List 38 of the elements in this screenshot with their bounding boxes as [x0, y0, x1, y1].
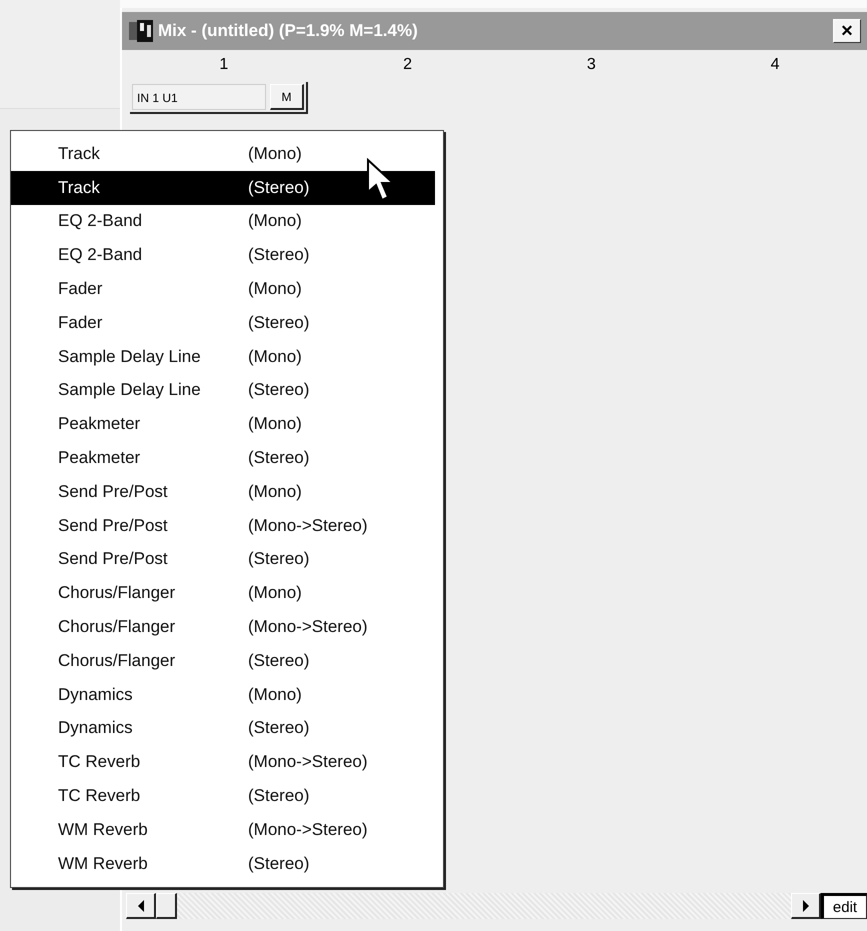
menu-item[interactable]: Send Pre/Post (Stereo)	[11, 542, 435, 576]
menu-item[interactable]: Peakmeter (Mono)	[11, 407, 435, 442]
menu-item[interactable]: Send Pre/Post (Mono->Stereo)	[11, 508, 435, 543]
window-title: Mix - (untitled) (P=1.9% M=1.4%)	[158, 21, 419, 41]
menu-item[interactable]: Fader (Stereo)	[11, 306, 435, 340]
menu-item[interactable]: Fader (Mono)	[11, 272, 435, 306]
menu-item[interactable]: Chorus/Flanger (Mono)	[11, 576, 435, 610]
menu-item[interactable]: TC Reverb (Mono->Stereo)	[11, 745, 435, 780]
menu-item[interactable]: Chorus/Flanger (Mono->Stereo)	[11, 610, 435, 644]
menu-item[interactable]: EQ 2-Band (Stereo)	[11, 238, 435, 272]
horizontal-scrollbar[interactable]: edit	[126, 893, 867, 919]
menu-item[interactable]: TC Reverb (Stereo)	[11, 779, 435, 813]
mute-button[interactable]: M	[270, 84, 304, 110]
menu-item[interactable]: WM Reverb (Mono->Stereo)	[11, 812, 435, 847]
menu-item[interactable]: Track (Mono)	[11, 137, 435, 171]
channel-name-field[interactable]: IN 1 U1	[132, 84, 266, 110]
menu-item[interactable]: Dynamics (Mono)	[11, 678, 435, 712]
left-arrow-icon	[136, 900, 144, 912]
scroll-thumb[interactable]	[156, 893, 177, 919]
menu-item[interactable]: Sample Delay Line (Mono)	[11, 340, 435, 374]
scroll-right-button[interactable]	[791, 893, 821, 919]
menu-item[interactable]: EQ 2-Band (Mono)	[11, 204, 435, 238]
mixer-icon	[128, 19, 154, 43]
menu-item[interactable]: Sample Delay Line (Stereo)	[11, 374, 435, 408]
menu-item[interactable]: WM Reverb (Stereo)	[11, 846, 435, 881]
column-number: 1	[218, 56, 230, 74]
menu-item[interactable]: Dynamics (Stereo)	[11, 712, 435, 746]
column-number: 4	[770, 56, 781, 74]
right-arrow-icon	[802, 900, 810, 912]
scroll-left-button[interactable]	[126, 893, 156, 919]
close-button[interactable]: ×	[833, 19, 861, 43]
menu-item[interactable]: Peakmeter (Stereo)	[11, 441, 435, 475]
column-number: 2	[402, 56, 414, 74]
edit-button[interactable]: edit	[821, 893, 867, 919]
menu-item[interactable]: Chorus/Flanger (Stereo)	[11, 644, 435, 678]
menu-item[interactable]: Send Pre/Post (Mono)	[11, 474, 435, 509]
menu-item[interactable]: Track (Stereo)	[11, 170, 435, 205]
column-number: 3	[586, 56, 597, 74]
